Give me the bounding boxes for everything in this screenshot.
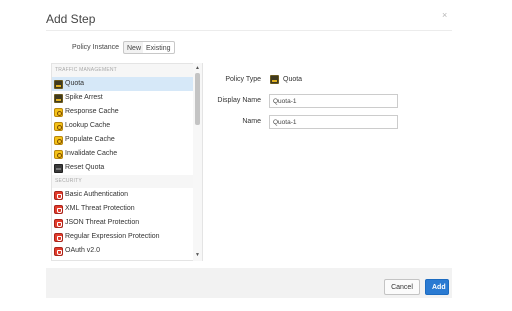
- policy-item-label: XML Threat Protection: [65, 205, 135, 212]
- policy-item-response-cache[interactable]: Response Cache: [52, 105, 202, 119]
- policy-instance-new-button[interactable]: New: [123, 41, 146, 54]
- add-button[interactable]: Add: [425, 279, 449, 295]
- reset-quota-icon: [54, 163, 63, 173]
- policy-item-label: Response Cache: [65, 108, 119, 115]
- policy-item-lookup-cache[interactable]: Lookup Cache: [52, 119, 202, 133]
- policy-item-basic-authentication[interactable]: Basic Authentication: [52, 188, 202, 202]
- display-name-input[interactable]: [269, 94, 398, 108]
- policy-item-label: Populate Cache: [65, 136, 115, 143]
- policy-item-invalidate-cache[interactable]: Invalidate Cache: [52, 147, 202, 161]
- policy-item-label: JSON Threat Protection: [65, 219, 140, 226]
- regex-protection-icon: [54, 232, 63, 242]
- policy-type-label: Policy Type: [225, 76, 261, 83]
- policy-item-label: OAuth v2.0: [65, 247, 101, 254]
- policy-item-regular-expression-protection[interactable]: Regular Expression Protection: [52, 230, 202, 244]
- quota-icon: [54, 79, 63, 89]
- close-icon[interactable]: ×: [442, 10, 447, 20]
- cancel-button[interactable]: Cancel: [384, 279, 420, 295]
- basic-auth-icon: [54, 190, 63, 200]
- policy-item-label: Spike Arrest: [65, 94, 103, 101]
- spike-arrest-icon: [54, 93, 63, 103]
- policy-item-reset-quota[interactable]: Reset Quota: [52, 161, 202, 175]
- populate-cache-icon: [54, 135, 63, 145]
- policy-item-label: Regular Expression Protection: [65, 233, 160, 240]
- section-header-security: SECURITY: [52, 175, 202, 188]
- policy-list: TRAFFIC MANAGEMENT Quota Spike Arrest Re…: [51, 63, 203, 261]
- policy-item-xml-threat-protection[interactable]: XML Threat Protection: [52, 202, 202, 216]
- response-cache-icon: [54, 107, 63, 117]
- scrollbar-thumb[interactable]: [195, 73, 200, 125]
- oauth-icon: [54, 246, 63, 256]
- invalidate-cache-icon: [54, 149, 63, 159]
- policy-item-label: Lookup Cache: [65, 122, 111, 129]
- header-divider: [46, 30, 452, 31]
- policy-instance-label: Policy Instance: [72, 44, 120, 51]
- dialog-title: Add Step: [46, 12, 96, 26]
- policy-item-oauth-v2[interactable]: OAuth v2.0: [52, 244, 202, 258]
- name-input[interactable]: [269, 115, 398, 129]
- policy-item-label: Reset Quota: [65, 164, 105, 171]
- policy-list-scrollbar[interactable]: ▲ ▼: [193, 63, 202, 261]
- display-name-label: Display Name: [217, 97, 261, 104]
- quota-icon: [270, 75, 279, 84]
- policy-type-value: Quota: [270, 75, 302, 84]
- scroll-down-arrow-icon[interactable]: ▼: [193, 251, 202, 259]
- scroll-up-arrow-icon[interactable]: ▲: [193, 64, 202, 72]
- policy-type-text: Quota: [283, 76, 303, 83]
- lookup-cache-icon: [54, 121, 63, 131]
- policy-item-populate-cache[interactable]: Populate Cache: [52, 133, 202, 147]
- policy-item-label: Basic Authentication: [65, 191, 129, 198]
- policy-instance-existing-button[interactable]: Existing: [143, 41, 175, 54]
- json-threat-icon: [54, 218, 63, 228]
- section-header-traffic-management: TRAFFIC MANAGEMENT: [52, 64, 202, 77]
- policy-item-spike-arrest[interactable]: Spike Arrest: [52, 91, 202, 105]
- policy-item-json-threat-protection[interactable]: JSON Threat Protection: [52, 216, 202, 230]
- policy-item-label: Quota: [65, 80, 85, 87]
- name-label: Name: [242, 118, 261, 125]
- policy-item-quota[interactable]: Quota: [52, 77, 202, 91]
- policy-item-label: Invalidate Cache: [65, 150, 118, 157]
- xml-threat-icon: [54, 204, 63, 214]
